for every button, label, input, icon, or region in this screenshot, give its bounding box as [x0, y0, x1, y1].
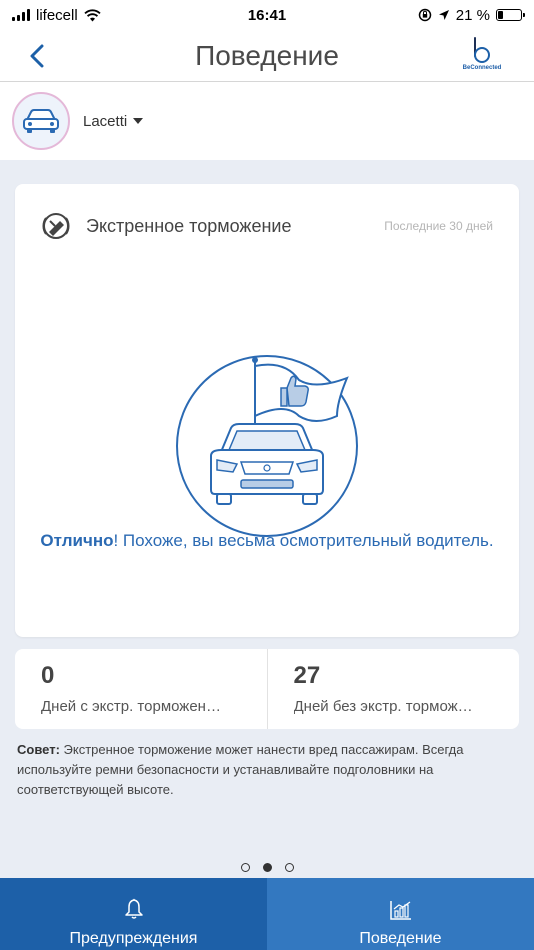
car-flag-illustration — [176, 355, 358, 537]
location-arrow-icon — [438, 10, 449, 20]
stats-card: 0 Дней с экстр. торможен… 27 Дней без эк… — [15, 649, 519, 729]
back-button[interactable] — [22, 38, 52, 74]
bell-icon — [124, 898, 143, 919]
vehicle-selector[interactable]: Lacetti — [83, 112, 144, 130]
status-right: 21 % — [418, 6, 525, 24]
stat-value: 0 — [41, 662, 55, 689]
page-dot[interactable] — [262, 863, 272, 872]
tip-text: Совет: Экстренное торможение может нанес… — [17, 740, 517, 800]
battery-percent: 21 % — [455, 6, 490, 24]
stat-label: Дней с экстр. торможен… — [41, 698, 221, 715]
battery-fill — [498, 11, 503, 19]
stat-without-braking: 27 Дней без экстр. тормож… — [266, 649, 520, 729]
tab-behavior[interactable]: Поведение — [267, 878, 534, 950]
tip-label: Совет: — [17, 742, 60, 757]
period-label: Последние 30 дней — [384, 219, 493, 233]
vehicle-bar: Lacetti — [0, 82, 534, 160]
car-icon — [23, 109, 59, 133]
tab-bar: Предупреждения Поведение — [0, 878, 534, 950]
page-dot[interactable] — [284, 863, 294, 872]
beconnected-logo-icon — [474, 37, 490, 63]
card-header: Экстренное торможение Последние 30 дней — [40, 210, 493, 242]
carrier-name: lifecell — [36, 6, 78, 24]
tab-label: Предупреждения — [69, 930, 198, 947]
wifi-icon — [84, 8, 101, 21]
vehicle-avatar[interactable] — [12, 92, 70, 150]
signal-icon — [12, 9, 30, 21]
tip-body: Экстренное торможение может нанести вред… — [17, 742, 464, 797]
status-left: lifecell — [12, 7, 101, 24]
page-title: Поведение — [195, 39, 339, 71]
brake-pedal-icon — [42, 213, 70, 239]
battery-icon — [496, 9, 525, 21]
brand-name: BeConnected — [462, 65, 502, 71]
caret-down-icon — [133, 118, 144, 124]
stat-value: 27 — [293, 662, 321, 689]
harsh-braking-card: Экстренное торможение Последние 30 дней … — [15, 184, 519, 637]
tab-label: Поведение — [359, 930, 442, 947]
brand-logo[interactable]: BeConnected — [458, 36, 506, 76]
result-message: Отлично! Похоже, вы весьма осмотрительны… — [15, 528, 519, 553]
vehicle-name: Lacetti — [83, 112, 128, 130]
chart-icon — [389, 901, 411, 920]
rotation-lock-icon — [418, 8, 432, 22]
stat-label: Дней без экстр. тормож… — [293, 698, 473, 715]
result-message-bold: Отлично — [40, 531, 114, 550]
page-dot[interactable] — [240, 863, 250, 872]
stat-with-braking: 0 Дней с экстр. торможен… — [15, 649, 267, 729]
page-indicator[interactable] — [0, 863, 534, 872]
result-message-text: ! Похоже, вы весьма осмотрительный водит… — [113, 531, 494, 550]
status-bar: lifecell 16:41 21 % — [0, 0, 534, 30]
card-title: Экстренное торможение — [86, 215, 292, 236]
chevron-left-icon — [30, 44, 44, 68]
nav-bar: Поведение BeConnected — [0, 30, 534, 82]
tab-alerts[interactable]: Предупреждения — [0, 878, 267, 950]
